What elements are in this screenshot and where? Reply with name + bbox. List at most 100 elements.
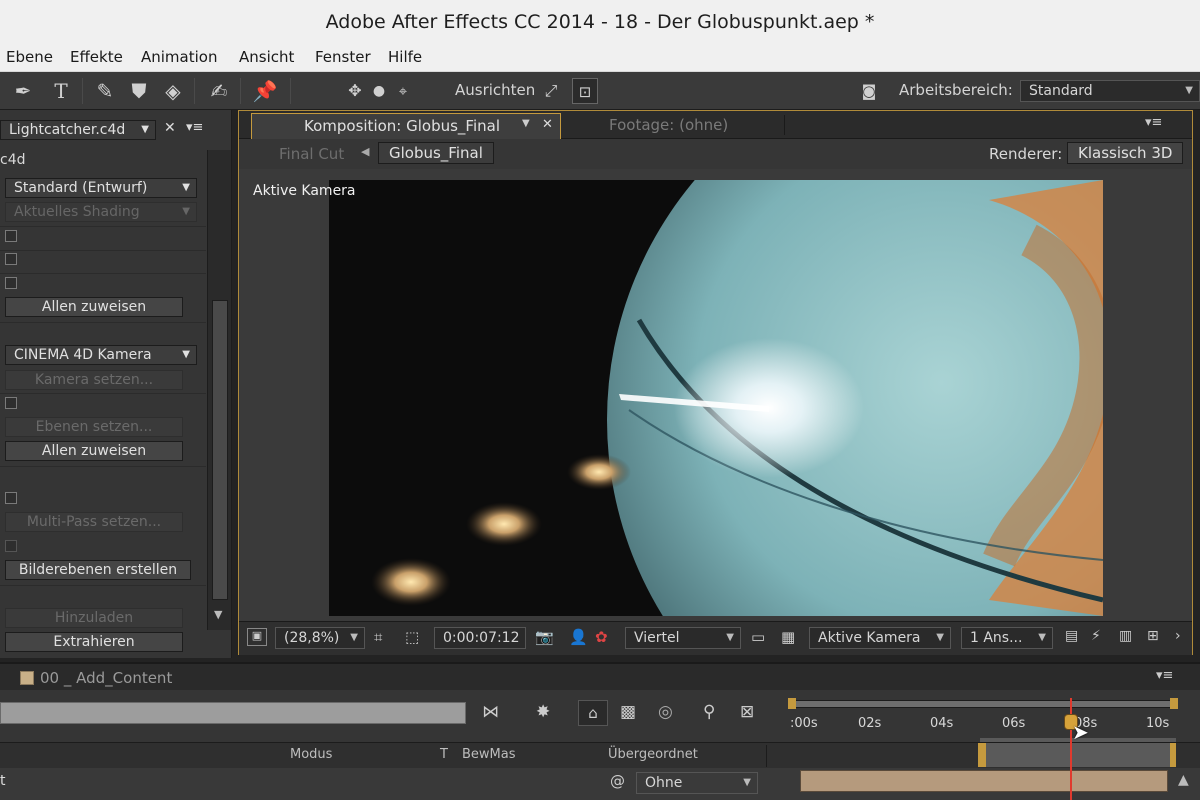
time-ruler[interactable]: :00s 02s 04s 06s 08s 10s bbox=[788, 698, 1178, 740]
resolution-select[interactable]: Viertel ▼ bbox=[625, 627, 741, 649]
motion-blur-icon[interactable]: ◎ bbox=[658, 702, 673, 722]
snapshot-camera-icon[interactable]: 📷 bbox=[535, 628, 554, 646]
axis-local-icon[interactable]: ● bbox=[366, 78, 392, 104]
workspace-select[interactable]: Standard ▼ bbox=[1020, 80, 1200, 102]
draft-3d-icon[interactable]: ✸ bbox=[536, 702, 550, 722]
set-multipass-button[interactable]: Multi-Pass setzen... bbox=[5, 512, 183, 532]
shading-select[interactable]: Aktuelles Shading ▼ bbox=[5, 202, 197, 222]
layer-name[interactable]: t bbox=[0, 773, 6, 789]
close-icon[interactable]: ✕ bbox=[542, 117, 553, 132]
puppet-pin-tool-icon[interactable]: 📌 bbox=[252, 78, 278, 104]
toolbar-divider bbox=[290, 78, 291, 104]
assign-all-2-button[interactable]: Allen zuweisen bbox=[5, 441, 183, 461]
ruler-label: 06s bbox=[1002, 716, 1026, 731]
breadcrumb-prev[interactable]: Final Cut bbox=[279, 145, 344, 163]
effects-scrollbar[interactable]: ▼ bbox=[207, 150, 231, 630]
panel-menu-icon[interactable]: ▾≡ bbox=[1156, 668, 1173, 683]
set-camera-button[interactable]: Kamera setzen... bbox=[5, 370, 183, 390]
clone-stamp-tool-icon[interactable]: ⛊ bbox=[126, 78, 152, 104]
pick-whip-icon[interactable]: @ bbox=[610, 772, 625, 790]
frame-blending-icon[interactable]: ▩ bbox=[620, 702, 636, 722]
eraser-tool-icon[interactable]: ◈ bbox=[160, 78, 186, 104]
roto-brush-tool-icon[interactable]: ✍ bbox=[206, 78, 232, 104]
zoom-select[interactable]: (28,8%) ▼ bbox=[275, 627, 365, 649]
parent-select[interactable]: Ohne ▼ bbox=[636, 772, 758, 794]
option-checkbox[interactable] bbox=[5, 492, 17, 504]
option-checkbox[interactable] bbox=[5, 397, 17, 409]
composition-tab[interactable]: Komposition: Globus_Final ▼ ✕ bbox=[251, 113, 561, 139]
option-checkbox[interactable] bbox=[5, 277, 17, 289]
pen-tool-icon[interactable]: ✒ bbox=[10, 78, 36, 104]
time-navigator[interactable] bbox=[800, 743, 1176, 767]
region-of-interest-icon[interactable]: ▭ bbox=[751, 628, 765, 646]
toggle-pixel-icon[interactable]: ▤ bbox=[1065, 628, 1078, 644]
flowchart-icon[interactable]: ⊞ bbox=[1147, 628, 1159, 644]
axis-world-icon[interactable]: ✥ bbox=[342, 78, 368, 104]
composition-viewer[interactable]: Aktive Kamera bbox=[239, 169, 1192, 621]
footage-tab[interactable]: Footage: (ohne) bbox=[609, 116, 728, 134]
brainstorm-icon[interactable]: ⚲ bbox=[703, 702, 715, 722]
navigator-start-handle[interactable] bbox=[978, 743, 986, 767]
close-icon[interactable]: ✕ bbox=[164, 120, 176, 136]
menu-hilfe[interactable]: Hilfe bbox=[388, 48, 422, 66]
timeline-search-input[interactable] bbox=[0, 702, 466, 724]
row-divider bbox=[0, 226, 206, 227]
navigator-end-handle[interactable] bbox=[1170, 743, 1176, 767]
timecode-field[interactable]: 0:00:07:12 bbox=[434, 627, 526, 649]
extract-button[interactable]: Extrahieren bbox=[5, 632, 183, 652]
menu-ansicht[interactable]: Ansicht bbox=[239, 48, 294, 66]
work-area-start-handle[interactable] bbox=[788, 698, 796, 709]
brush-tool-icon[interactable]: ✎ bbox=[92, 78, 118, 104]
breadcrumb-current[interactable]: Globus_Final bbox=[378, 142, 494, 164]
scroll-down-icon[interactable]: ▼ bbox=[214, 608, 222, 621]
timeline-layer-row[interactable]: t @ Ohne ▼ ▲ bbox=[0, 768, 1200, 800]
snap-feature-icon[interactable]: ⤢ bbox=[538, 78, 564, 104]
option-checkbox[interactable] bbox=[5, 253, 17, 265]
more-icon[interactable]: › bbox=[1175, 628, 1181, 644]
comp-mini-flowchart-icon[interactable]: ⋈ bbox=[482, 702, 499, 722]
work-area-end-handle[interactable] bbox=[1170, 698, 1178, 709]
timeline-tab[interactable]: 00 _ Add_Content bbox=[40, 669, 172, 687]
layer-duration-bar[interactable] bbox=[800, 770, 1168, 792]
snap-bounds-icon[interactable]: ⊡ bbox=[572, 78, 598, 104]
composition-panel: 🔓 Komposition: Globus_Final ▼ ✕ Footage:… bbox=[238, 110, 1193, 655]
scrollbar-thumb[interactable] bbox=[212, 300, 228, 600]
panel-menu-icon[interactable]: ▾≡ bbox=[186, 120, 203, 135]
row-divider bbox=[0, 393, 206, 394]
fast-preview-icon[interactable]: ⚡ bbox=[1091, 628, 1101, 644]
menu-ebene[interactable]: Ebene bbox=[6, 48, 53, 66]
load-button[interactable]: Hinzuladen bbox=[5, 608, 183, 628]
shy-layers-icon[interactable]: ⌂ bbox=[578, 700, 608, 726]
work-area-bar[interactable] bbox=[790, 700, 1176, 708]
assign-all-button[interactable]: Allen zuweisen bbox=[5, 297, 183, 317]
transparency-grid-icon[interactable]: ▦ bbox=[781, 628, 795, 646]
create-image-layers-button[interactable]: Bilderebenen erstellen bbox=[5, 560, 191, 580]
renderer-select[interactable]: Standard (Entwurf) ▼ bbox=[5, 178, 197, 198]
option-checkbox[interactable] bbox=[5, 540, 17, 552]
show-snapshot-icon[interactable]: 👤 bbox=[569, 628, 588, 646]
safe-zones-icon[interactable]: ⌗ bbox=[374, 628, 382, 646]
graph-editor-icon[interactable]: ⊠ bbox=[740, 702, 754, 722]
effect-layer-select[interactable]: Lightcatcher.c4d ▼ bbox=[0, 120, 156, 140]
axis-view-icon[interactable]: ⌖ bbox=[390, 78, 416, 104]
menu-animation[interactable]: Animation bbox=[141, 48, 217, 66]
menu-fenster[interactable]: Fenster bbox=[315, 48, 371, 66]
timeline-icon[interactable]: ▥ bbox=[1119, 628, 1132, 644]
always-preview-icon[interactable]: ▣ bbox=[247, 628, 267, 646]
panel-menu-icon[interactable]: ▾≡ bbox=[1145, 115, 1162, 130]
mask-visibility-icon[interactable]: ⬚ bbox=[405, 628, 419, 646]
renderer-select-value: Standard (Entwurf) bbox=[14, 180, 148, 196]
option-checkbox[interactable] bbox=[5, 230, 17, 242]
renderer-button[interactable]: Klassisch 3D bbox=[1067, 142, 1184, 164]
globe-scene bbox=[329, 180, 1103, 616]
chevron-down-icon[interactable]: ▼ bbox=[522, 118, 530, 129]
camera-view-select[interactable]: Aktive Kamera ▼ bbox=[809, 627, 951, 649]
set-layers-button[interactable]: Ebenen setzen... bbox=[5, 417, 183, 437]
camera-select[interactable]: CINEMA 4D Kamera ▼ bbox=[5, 345, 197, 365]
text-tool-icon[interactable]: T bbox=[48, 78, 74, 104]
menu-effekte[interactable]: Effekte bbox=[70, 48, 123, 66]
chevron-down-icon: ▼ bbox=[743, 777, 751, 788]
zoom-icon[interactable]: ▲ bbox=[1178, 772, 1189, 788]
view-layout-select[interactable]: 1 Ans... ▼ bbox=[961, 627, 1053, 649]
channels-icon[interactable]: ✿ bbox=[595, 628, 608, 646]
